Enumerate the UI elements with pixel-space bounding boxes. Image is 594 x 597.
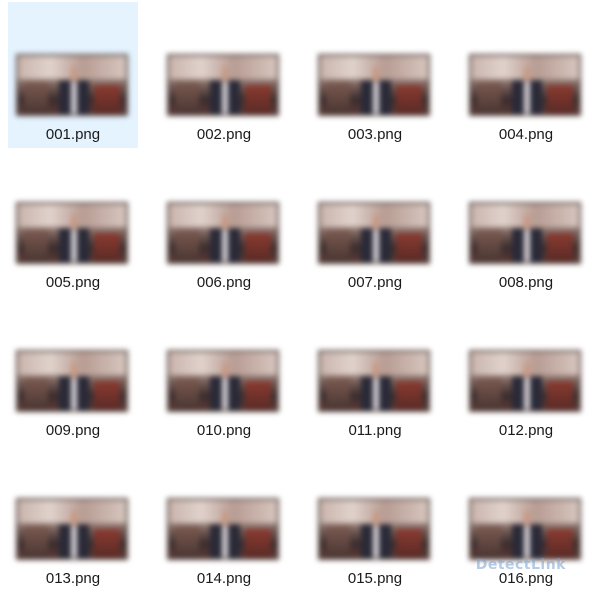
image-thumbnail — [318, 498, 430, 560]
file-name-label: 003.png — [347, 126, 403, 143]
file-name-label: 014.png — [196, 570, 252, 587]
image-thumbnail — [469, 350, 581, 412]
file-item-004[interactable]: 004.png — [461, 2, 591, 148]
file-item-009[interactable]: 009.png — [8, 298, 138, 444]
file-name-label: 015.png — [347, 570, 403, 587]
image-thumbnail — [16, 350, 128, 412]
file-name-label: 012.png — [498, 422, 554, 439]
image-thumbnail — [167, 498, 279, 560]
image-thumbnail — [469, 202, 581, 264]
image-thumbnail — [469, 498, 581, 560]
file-name-label: 004.png — [498, 126, 554, 143]
file-item-008[interactable]: 008.png — [461, 150, 591, 296]
file-item-003[interactable]: 003.png — [310, 2, 440, 148]
file-item-016[interactable]: 016.png — [461, 446, 591, 592]
image-thumbnail — [167, 202, 279, 264]
image-thumbnail — [16, 202, 128, 264]
file-name-label: 007.png — [347, 274, 403, 291]
file-name-label: 013.png — [45, 570, 101, 587]
file-name-label: 008.png — [498, 274, 554, 291]
file-item-015[interactable]: 015.png — [310, 446, 440, 592]
file-item-014[interactable]: 014.png — [159, 446, 289, 592]
file-name-label: 001.png — [45, 126, 101, 143]
file-item-011[interactable]: 011.png — [310, 298, 440, 444]
file-item-001[interactable]: 001.png — [8, 2, 138, 148]
file-item-010[interactable]: 010.png — [159, 298, 289, 444]
file-item-013[interactable]: 013.png — [8, 446, 138, 592]
image-thumbnail — [318, 202, 430, 264]
image-thumbnail — [318, 54, 430, 116]
file-item-006[interactable]: 006.png — [159, 150, 289, 296]
image-thumbnail — [167, 350, 279, 412]
image-thumbnail — [16, 54, 128, 116]
file-item-002[interactable]: 002.png — [159, 2, 289, 148]
file-name-label: 002.png — [196, 126, 252, 143]
file-name-label: 009.png — [45, 422, 101, 439]
file-item-005[interactable]: 005.png — [8, 150, 138, 296]
image-thumbnail — [469, 54, 581, 116]
file-item-012[interactable]: 012.png — [461, 298, 591, 444]
file-item-007[interactable]: 007.png — [310, 150, 440, 296]
image-thumbnail — [167, 54, 279, 116]
file-name-label: 006.png — [196, 274, 252, 291]
file-name-label: 010.png — [196, 422, 252, 439]
image-thumbnail — [16, 498, 128, 560]
image-thumbnail — [318, 350, 430, 412]
file-thumbnail-grid: 001.png 002.png 003.png 004.png 005.png … — [0, 0, 594, 597]
file-name-label: 005.png — [45, 274, 101, 291]
file-name-label: 016.png — [498, 570, 554, 587]
file-name-label: 011.png — [348, 422, 402, 439]
